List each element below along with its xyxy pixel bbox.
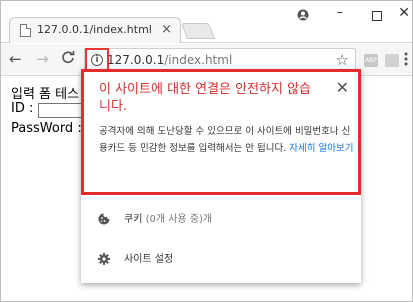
page-icon [20, 24, 31, 37]
cookie-icon [98, 210, 110, 225]
id-label: ID : [11, 101, 34, 116]
cookies-label: 쿠키 (0개 사용 중)개 [124, 210, 212, 225]
minimize-button[interactable]: – [337, 5, 344, 20]
cookies-row[interactable]: 쿠키 (0개 사용 중)개 [81, 205, 361, 229]
profile-icon[interactable] [297, 9, 309, 21]
learn-more-link[interactable]: 자세히 알아보기 [289, 143, 353, 154]
warning-description: 공격자에 의해 도난당할 수 있으므로 이 사이트에 비밀번호나 신용카드 등 … [99, 123, 355, 157]
cookies-count: (0개 사용 중)개 [145, 214, 213, 225]
star-icon[interactable]: ☆ [336, 51, 349, 69]
connection-warning: ✕ 이 사이트에 대한 연결은 안전하지 않습니다. 공격자에 의해 도난당할 … [81, 69, 361, 195]
new-tab-button[interactable] [181, 23, 215, 39]
tab-strip: 127.0.0.1/index.html × – ✕ [1, 1, 412, 43]
close-icon[interactable]: ✕ [336, 78, 349, 97]
site-settings-row[interactable]: 사이트 설정 [81, 245, 361, 269]
back-arrow-icon[interactable]: ← [9, 50, 22, 68]
url-host: 127.0.0.1 [107, 53, 165, 67]
url-path: /index.html [164, 53, 233, 67]
id-input[interactable] [38, 103, 84, 118]
menu-icon[interactable] [404, 52, 408, 66]
site-info-popup: ✕ 이 사이트에 대한 연결은 안전하지 않습니다. 공격자에 의해 도난당할 … [81, 69, 361, 283]
close-window-button[interactable]: ✕ [398, 5, 410, 21]
cookies-title: 쿠키 [124, 214, 143, 225]
password-label: PassWord : [11, 121, 82, 136]
extension-icon[interactable] [385, 54, 399, 67]
tab-title: 127.0.0.1/index.html [37, 23, 152, 36]
tab-active[interactable]: 127.0.0.1/index.html × [9, 17, 181, 43]
maximize-button[interactable] [372, 11, 382, 21]
forward-arrow-icon[interactable]: → [36, 50, 49, 68]
info-icon: i [91, 54, 103, 66]
gear-icon [98, 250, 110, 265]
browser-window: 127.0.0.1/index.html × – ✕ ← → i 127.0.0… [0, 0, 413, 302]
site-settings-label: 사이트 설정 [124, 254, 174, 265]
reload-icon[interactable] [61, 50, 75, 68]
url-text[interactable]: 127.0.0.1/index.html [107, 53, 232, 67]
extension-adblock-icon[interactable]: ABP [364, 54, 378, 67]
warning-heading: 이 사이트에 대한 연결은 안전하지 않습니다. [99, 82, 312, 114]
page-title: 입력 폼 테스 [11, 87, 80, 102]
tab-close-icon[interactable]: × [161, 22, 172, 37]
